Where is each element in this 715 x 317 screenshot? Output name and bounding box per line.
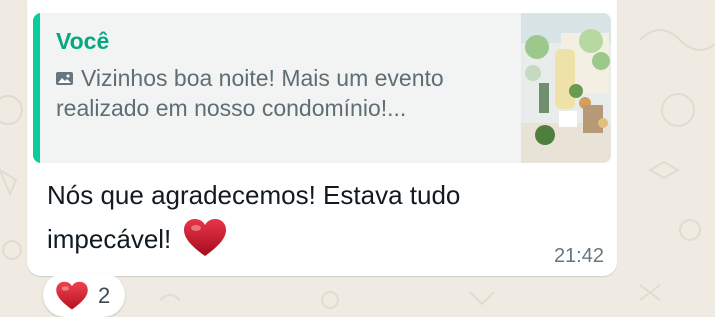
quoted-message[interactable]: Você Vizinhos boa noite! Mais um evento … [33,13,611,163]
message-text: Nós que agradecemos! Estava tudo impecáv… [47,173,557,261]
message-body: Nós que agradecemos! Estava tudo impecáv… [47,180,461,254]
reaction-count: 2 [98,283,111,308]
heart-icon [184,219,227,257]
quote-accent-bar [33,13,40,163]
photo-icon [56,72,73,85]
reaction-badge[interactable]: 2 [43,273,125,317]
quote-author: Você [56,28,110,54]
heart-icon [56,281,88,310]
message-timestamp: 21:42 [553,245,604,267]
quote-text-container: Vizinhos boa noite! Mais um evento reali… [56,63,476,123]
quote-text: Vizinhos boa noite! Mais um evento reali… [56,65,444,121]
quoted-image-thumbnail[interactable] [521,13,611,163]
message-bubble[interactable]: Você Vizinhos boa noite! Mais um evento … [27,0,617,276]
